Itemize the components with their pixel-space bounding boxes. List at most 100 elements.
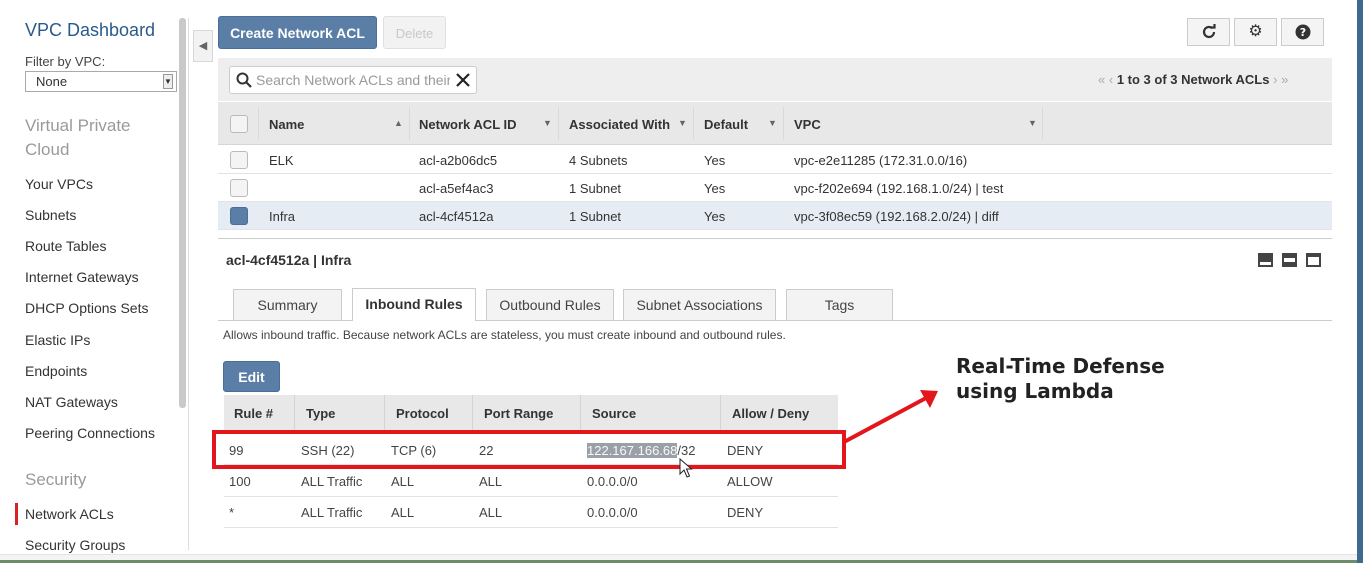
chevron-left-icon: ◀ (198, 40, 208, 52)
settings-button[interactable]: ⚙ (1234, 18, 1277, 46)
cell-vpc: vpc-3f08ec59 (192.168.2.0/24) | diff (794, 209, 999, 224)
next-page-icon[interactable]: › (1273, 72, 1277, 87)
collapse-sidebar-button[interactable]: ◀ (193, 30, 213, 62)
cell-name: ELK (269, 153, 294, 168)
column-divider (294, 395, 295, 431)
pagination-label: 1 to 3 of 3 Network ACLs (1116, 72, 1270, 87)
create-network-acl-button[interactable]: Create Network ACL (218, 16, 377, 49)
chevron-down-icon: ▼ (163, 74, 173, 89)
column-header-source: Source (592, 406, 637, 421)
column-header-name[interactable]: Name (269, 117, 304, 132)
cell-action: ALLOW (727, 474, 773, 489)
sidebar-item-your-vpcs[interactable]: Your VPCs (25, 176, 93, 192)
cell-associated: 4 Subnets (569, 153, 628, 168)
column-header-port-range: Port Range (484, 406, 554, 421)
window-right-edge (1357, 0, 1363, 563)
search-icon (236, 72, 252, 88)
search-box[interactable] (229, 66, 477, 94)
section-heading-vpc: Virtual Private Cloud (25, 116, 131, 159)
panel-bottom-icon[interactable] (1258, 253, 1273, 267)
sort-icon[interactable]: ▼ (543, 118, 552, 128)
table-row[interactable] (218, 146, 1332, 174)
cell-type: ALL Traffic (301, 505, 363, 520)
prev-page-icon[interactable]: ‹ (1109, 72, 1113, 87)
clear-search-icon[interactable] (456, 73, 470, 87)
column-header-type: Type (306, 406, 336, 421)
panel-full-icon[interactable] (1306, 253, 1321, 267)
column-divider (384, 395, 385, 431)
sidebar-item-route-tables[interactable]: Route Tables (25, 238, 106, 254)
help-button[interactable]: ? (1281, 18, 1324, 46)
refresh-button[interactable] (1187, 18, 1230, 46)
vpc-filter-value: None (36, 74, 68, 89)
tab-outbound-rules[interactable]: Outbound Rules (486, 289, 614, 320)
cell-default: Yes (704, 209, 726, 224)
info-text: Allows inbound traffic. Because network … (223, 328, 786, 342)
column-header-protocol: Protocol (396, 406, 449, 421)
tab-summary[interactable]: Summary (233, 289, 342, 320)
cell-port: ALL (479, 505, 503, 520)
row-checkbox[interactable] (230, 151, 248, 169)
sidebar-item-network-acls[interactable]: Network ACLs (25, 506, 114, 522)
edit-button[interactable]: Edit (223, 361, 280, 392)
cell-protocol: ALL (391, 505, 415, 520)
highlight-box (212, 430, 846, 469)
column-divider (580, 395, 581, 431)
tab-tags[interactable]: Tags (786, 289, 893, 320)
delete-button[interactable]: Delete (383, 16, 446, 49)
annotation-text: Real-Time Defense using Lambda (956, 354, 1165, 404)
panel-half-icon[interactable] (1282, 253, 1297, 267)
column-header-default[interactable]: Default (704, 117, 748, 132)
tab-inbound-rules[interactable]: Inbound Rules (352, 288, 476, 321)
help-icon: ? (1295, 24, 1310, 40)
table-row-selected[interactable] (218, 202, 1332, 230)
sidebar-item-endpoints[interactable]: Endpoints (25, 363, 87, 379)
sidebar-item-peering-connections[interactable]: Peering Connections (25, 425, 155, 441)
sidebar-title[interactable]: VPC Dashboard (25, 20, 155, 41)
sidebar-item-internet-gateways[interactable]: Internet Gateways (25, 269, 139, 285)
column-header-associated-with[interactable]: Associated With (569, 117, 670, 132)
first-page-icon[interactable]: « (1098, 72, 1105, 87)
sidebar-scrollbar[interactable] (179, 18, 186, 408)
vpc-filter-select[interactable]: None ▼ (25, 71, 177, 92)
sidebar-item-subnets[interactable]: Subnets (25, 207, 76, 223)
cell-rule: 100 (229, 474, 251, 489)
cell-port: ALL (479, 474, 503, 489)
sidebar-item-elastic-ips[interactable]: Elastic IPs (25, 332, 90, 348)
column-divider (783, 107, 784, 140)
pagination: « ‹ 1 to 3 of 3 Network ACLs › » (1098, 72, 1288, 87)
filter-label: Filter by VPC: (25, 54, 106, 69)
sidebar-divider (188, 18, 189, 550)
column-header-rule: Rule # (234, 406, 274, 421)
sort-asc-icon[interactable]: ▲ (394, 118, 403, 128)
tab-subnet-associations[interactable]: Subnet Associations (623, 289, 776, 320)
last-page-icon[interactable]: » (1281, 72, 1288, 87)
sort-icon[interactable]: ▼ (678, 118, 687, 128)
column-divider (258, 107, 259, 140)
cell-associated: 1 Subnet (569, 181, 622, 196)
cell-name: Infra (269, 209, 296, 224)
svg-text:?: ? (1299, 26, 1305, 39)
sort-icon[interactable]: ▼ (768, 118, 777, 128)
cell-source: 0.0.0.0/0 (587, 505, 638, 520)
select-all-checkbox[interactable] (230, 115, 248, 133)
gear-icon: ⚙ (1248, 23, 1263, 40)
column-header-vpc[interactable]: VPC (794, 117, 821, 132)
table-row[interactable] (218, 174, 1332, 202)
cell-acl-id: acl-4cf4512a (419, 209, 494, 224)
sidebar-item-security-groups[interactable]: Security Groups (25, 537, 125, 553)
column-divider (558, 107, 559, 140)
cell-acl-id: acl-a5ef4ac3 (419, 181, 494, 196)
search-input[interactable] (254, 70, 452, 90)
cell-associated: 1 Subnet (569, 209, 622, 224)
sort-icon[interactable]: ▼ (1028, 118, 1037, 128)
column-divider (720, 395, 721, 431)
section-heading-security: Security (25, 470, 87, 489)
sidebar-item-dhcp-options-sets[interactable]: DHCP Options Sets (25, 300, 148, 316)
sidebar-item-nat-gateways[interactable]: NAT Gateways (25, 394, 118, 410)
column-header-acl-id[interactable]: Network ACL ID (419, 117, 517, 132)
annotation-line-2: using Lambda (956, 379, 1114, 403)
row-checkbox[interactable] (230, 179, 248, 197)
cell-default: Yes (704, 153, 726, 168)
row-checkbox-checked[interactable] (230, 207, 248, 225)
